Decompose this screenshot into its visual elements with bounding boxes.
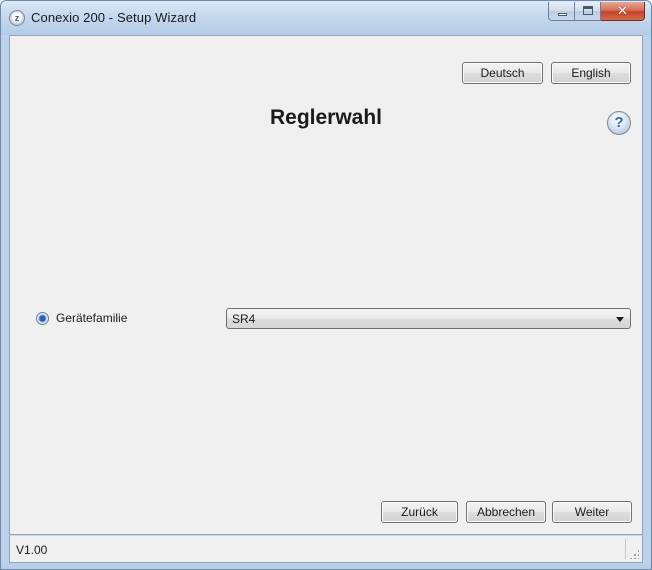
version-label: V1.00 — [16, 543, 48, 557]
back-button[interactable]: Zurück — [381, 501, 458, 523]
resize-grip-icon[interactable] — [629, 549, 639, 559]
close-button[interactable]: ✕ — [601, 2, 645, 21]
window-controls: ✕ — [548, 2, 645, 22]
window-bottom-border — [1, 563, 651, 569]
minimize-icon — [558, 13, 567, 16]
wizard-window: z Conexio 200 - Setup Wizard ✕ Deutsch E… — [0, 0, 652, 570]
page-title: Reglerwahl — [269, 106, 383, 129]
cancel-button[interactable]: Abbrechen — [466, 501, 546, 523]
app-logo-icon[interactable]: z — [9, 10, 25, 26]
maximize-icon — [583, 6, 593, 15]
maximize-button[interactable] — [575, 2, 601, 21]
close-icon: ✕ — [617, 3, 628, 18]
device-family-radio[interactable] — [36, 312, 49, 325]
chevron-down-icon — [616, 317, 624, 322]
help-icon[interactable]: ? — [607, 111, 631, 135]
status-separator — [625, 539, 626, 559]
language-english-button[interactable]: English — [551, 62, 631, 84]
device-family-radio-label[interactable]: Gerätefamilie — [56, 311, 127, 325]
window-title: Conexio 200 - Setup Wizard — [31, 10, 197, 25]
device-family-selected-value: SR4 — [232, 312, 256, 326]
language-german-button[interactable]: Deutsch — [462, 62, 543, 84]
wizard-content: Deutsch English Reglerwahl ? Gerätefamil… — [9, 35, 643, 535]
device-family-select[interactable]: SR4 — [226, 308, 631, 329]
next-button[interactable]: Weiter — [552, 501, 632, 523]
title-bar[interactable]: z Conexio 200 - Setup Wizard ✕ — [1, 1, 651, 35]
status-bar: V1.00 — [9, 535, 643, 563]
minimize-button[interactable] — [548, 2, 575, 21]
